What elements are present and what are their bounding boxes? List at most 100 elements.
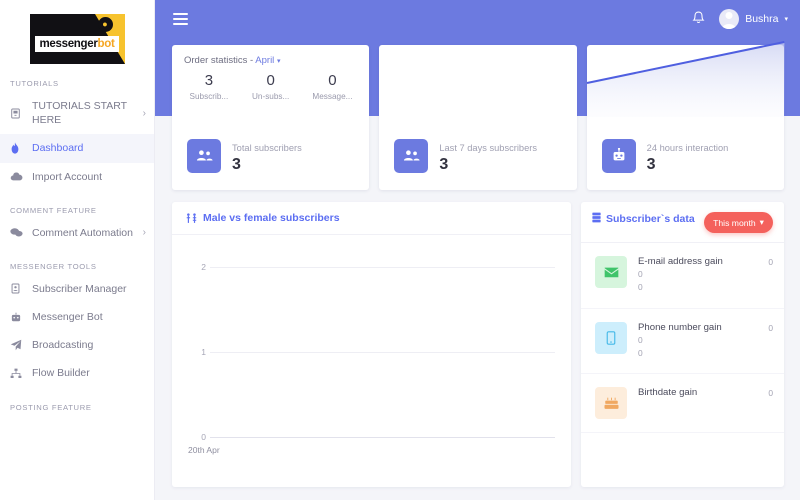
subscriber-data-panel: Subscriber`s data This month ▾ E-mail ad… bbox=[581, 202, 784, 487]
gridline-0 bbox=[210, 437, 555, 438]
nav-group-label-tutorials: TUTORIALS bbox=[10, 79, 59, 88]
mini-stat-label: Un-subs... bbox=[252, 91, 290, 101]
card-footer-value: 3 bbox=[646, 155, 656, 173]
list-item-sub1: 0 bbox=[638, 269, 643, 280]
mobile-icon bbox=[595, 321, 627, 354]
sidebar-item-import-account[interactable]: Import Account bbox=[0, 163, 154, 191]
interaction-24h-card: 24 hours interaction 3 bbox=[586, 41, 785, 190]
interaction-sparkline bbox=[586, 41, 785, 117]
subscriber-data-title-wrap: Subscriber`s data bbox=[592, 212, 695, 229]
logo-wordmark: messengerbot bbox=[35, 35, 119, 52]
mini-stat-messages: 0 Message... bbox=[302, 70, 364, 101]
sidebar-item-label: Comment Automation bbox=[32, 226, 133, 239]
server-icon bbox=[592, 212, 601, 229]
list-item[interactable]: E-mail address gain 0 0 0 bbox=[581, 243, 784, 309]
address-book-icon bbox=[10, 283, 32, 294]
sidebar-item-dashboard[interactable]: Dashboard bbox=[0, 134, 154, 163]
order-statistics-month[interactable]: April bbox=[255, 55, 274, 66]
card-footer-label: Total subscribers bbox=[232, 142, 302, 153]
logo-text-messenger: messenger bbox=[39, 37, 98, 50]
list-item-body: E-mail address gain 0 0 bbox=[638, 256, 757, 295]
envelope-icon bbox=[595, 256, 627, 288]
order-statistics-title: Order statistics - bbox=[184, 55, 254, 66]
chevron-right-icon: › bbox=[142, 227, 146, 239]
total-subscribers-footer: Total subscribers 3 bbox=[172, 138, 369, 190]
panel-title: Subscriber`s data bbox=[606, 213, 695, 225]
gender-icon bbox=[186, 212, 197, 224]
main-area: Bushra ▾ Order statistics - April ▾ 3 Su… bbox=[155, 0, 800, 500]
interaction-24h-text: 24 hours interaction 3 bbox=[647, 138, 729, 174]
sidebar-item-label: Subscriber Manager bbox=[32, 282, 127, 295]
list-item-body: Phone number gain 0 0 bbox=[638, 322, 757, 361]
stat-cards-row: Order statistics - April ▾ 3 Subscrib...… bbox=[172, 41, 785, 190]
lower-panels-row: Male vs female subscribers 2 1 0 20th Ap… bbox=[172, 202, 784, 487]
list-item-label: Phone number gain bbox=[638, 321, 722, 333]
book-icon bbox=[10, 108, 32, 119]
sidebar-item-label: Messenger Bot bbox=[32, 311, 103, 324]
list-item-sub2: 0 bbox=[638, 347, 643, 358]
dashboard-app: ● messengerbot TUTORIALS TUTORIALS START… bbox=[0, 0, 800, 500]
messengerbot-logo[interactable]: ● messengerbot bbox=[29, 14, 125, 64]
nav-group-label-messenger-tools: MESSENGER TOOLS bbox=[10, 261, 97, 271]
mini-stat-subscribed: 3 Subscrib... bbox=[178, 70, 240, 101]
chevron-down-icon[interactable]: ▾ bbox=[277, 58, 281, 65]
list-item-sub1: 0 bbox=[638, 334, 643, 345]
hamburger-icon[interactable] bbox=[173, 12, 188, 25]
sidebar-item-flow-builder[interactable]: Flow Builder bbox=[0, 359, 154, 387]
sidebar-item-label: Import Account bbox=[32, 170, 103, 183]
sidebar-item-label: Dashboard bbox=[32, 142, 84, 155]
sidebar-item-subscriber-manager[interactable]: Subscriber Manager bbox=[0, 275, 154, 303]
subscriber-data-header: Subscriber`s data This month ▾ bbox=[581, 202, 784, 243]
comments-icon bbox=[10, 227, 32, 238]
card-footer-label: 24 hours interaction bbox=[646, 142, 729, 153]
chevron-down-icon: ▾ bbox=[759, 217, 764, 227]
this-month-filter-badge[interactable]: This month ▾ bbox=[704, 212, 773, 233]
mini-stat-unsubscribed: 0 Un-subs... bbox=[240, 70, 302, 101]
list-item-count: 0 bbox=[768, 388, 773, 398]
user-name-label: Bushra bbox=[745, 12, 779, 25]
nav-group-label-posting-feature: POSTING FEATURE bbox=[10, 402, 92, 412]
list-item[interactable]: Birthdate gain 0 bbox=[581, 374, 784, 433]
cloud-download-icon bbox=[10, 171, 32, 182]
mini-stat-value: 0 bbox=[328, 72, 337, 89]
male-vs-female-plot: 2 1 0 20th Apr bbox=[172, 235, 571, 475]
list-item-count: 0 bbox=[768, 257, 773, 267]
sidebar-item-label: Flow Builder bbox=[32, 367, 90, 380]
paper-plane-icon bbox=[10, 339, 32, 351]
gridline-2 bbox=[210, 267, 555, 268]
users-group-icon bbox=[394, 138, 429, 173]
flame-icon bbox=[10, 142, 32, 155]
gridline-1 bbox=[210, 352, 555, 353]
sidebar-item-comment-automation[interactable]: Comment Automation › bbox=[0, 219, 154, 247]
sidebar-item-tutorials-start-here[interactable]: TUTORIALS START HERE › bbox=[0, 92, 154, 134]
order-statistics-header: Order statistics - April ▾ bbox=[172, 45, 369, 70]
list-item-body: Birthdate gain bbox=[638, 387, 757, 399]
list-item-sub2: 0 bbox=[638, 282, 643, 293]
list-item-label: E-mail address gain bbox=[638, 256, 723, 267]
card-footer-value: 3 bbox=[232, 155, 241, 173]
last-7-days-text: Last 7 days subscribers 3 bbox=[439, 138, 537, 174]
robot-icon bbox=[601, 138, 636, 173]
total-subscribers-text: Total subscribers 3 bbox=[232, 138, 302, 174]
bee-icon: ● bbox=[97, 17, 113, 32]
subscriber-data-list: E-mail address gain 0 0 0 Phone number g… bbox=[581, 243, 784, 433]
mini-stat-label: Message... bbox=[312, 91, 353, 101]
sidebar-item-label: Broadcasting bbox=[32, 339, 94, 352]
sidebar-item-broadcasting[interactable]: Broadcasting bbox=[0, 331, 154, 359]
sidebar-item-messenger-bot[interactable]: Messenger Bot bbox=[0, 303, 154, 331]
nav-group-label-comment-feature: COMMENT FEATURE bbox=[10, 205, 97, 215]
robot-icon bbox=[10, 312, 32, 323]
ytick-1: 1 bbox=[201, 347, 206, 357]
list-item[interactable]: Phone number gain 0 0 0 bbox=[581, 309, 784, 374]
badge-label: This month bbox=[713, 217, 756, 228]
panel-title: Male vs female subscribers bbox=[203, 212, 340, 224]
chevron-down-icon: ▾ bbox=[784, 15, 788, 23]
logo-container[interactable]: ● messengerbot bbox=[0, 0, 154, 64]
users-group-icon bbox=[187, 138, 221, 173]
xtick-20th-apr: 20th Apr bbox=[188, 445, 220, 455]
birthday-cake-icon bbox=[595, 387, 627, 419]
content-wrapper: Order statistics - April ▾ 3 Subscrib...… bbox=[155, 37, 800, 487]
chevron-right-icon: › bbox=[142, 107, 146, 119]
male-vs-female-panel: Male vs female subscribers 2 1 0 20th Ap… bbox=[172, 202, 571, 487]
sidebar-item-label: TUTORIALS START HERE bbox=[32, 100, 127, 127]
